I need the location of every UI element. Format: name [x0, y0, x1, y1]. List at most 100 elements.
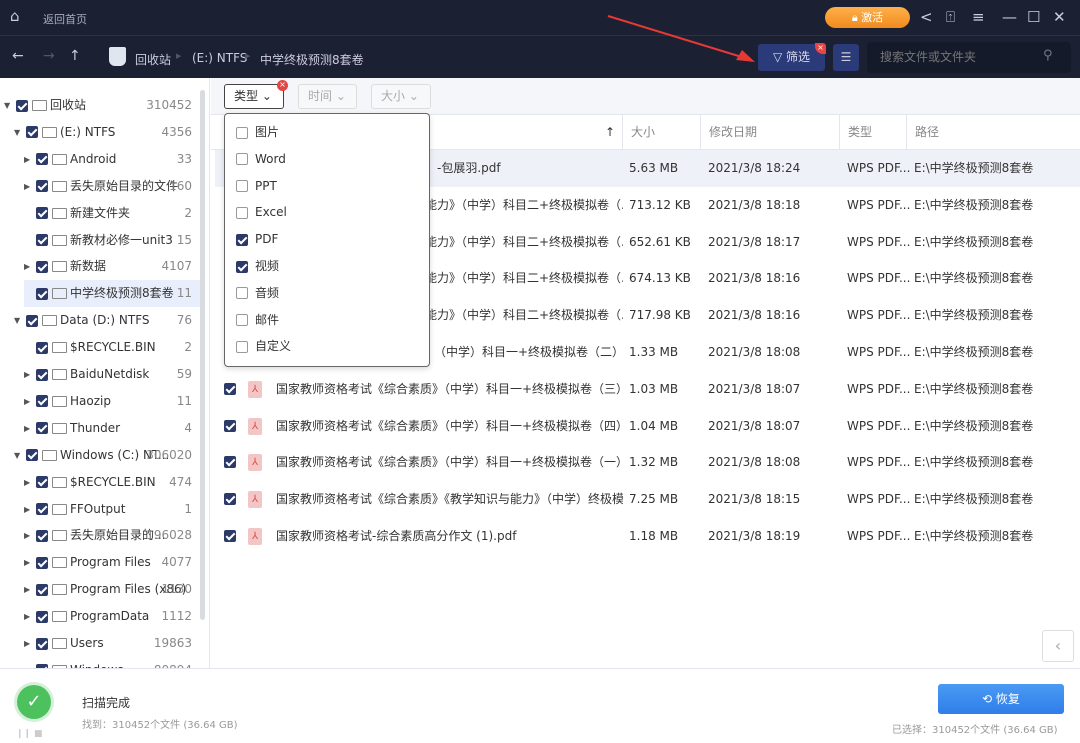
breadcrumb-item[interactable]: 中学终极预测8套卷: [260, 51, 364, 68]
tree-item[interactable]: $RECYCLE.BIN 2: [24, 334, 200, 361]
collapse-panel-button[interactable]: ‹: [1042, 630, 1074, 662]
tree-checkbox[interactable]: [36, 234, 48, 246]
breadcrumb-item[interactable]: (E:) NTFS: [192, 51, 247, 65]
column-path[interactable]: 路径: [906, 115, 939, 150]
tree-checkbox[interactable]: [26, 314, 38, 327]
sort-ascending-icon[interactable]: ↑: [605, 125, 615, 139]
expand-arrow-icon[interactable]: ▼: [4, 92, 16, 119]
tree-checkbox[interactable]: [36, 529, 48, 542]
tree-item[interactable]: ▶ BaiduNetdisk 59: [24, 361, 200, 388]
breadcrumb-item[interactable]: 回收站: [135, 51, 171, 68]
tree-item[interactable]: ▼ (E:) NTFS 4356: [14, 119, 200, 146]
tree-checkbox[interactable]: [36, 556, 48, 569]
type-option[interactable]: 自定义: [236, 336, 291, 356]
tree-item[interactable]: ▶ $RECYCLE.BIN 474: [24, 469, 200, 496]
tree-checkbox[interactable]: [26, 126, 38, 139]
tree-item[interactable]: 新建文件夹 2: [24, 200, 200, 227]
option-checkbox[interactable]: [236, 260, 248, 273]
back-button[interactable]: ←: [12, 48, 24, 64]
table-row[interactable]: ⅄ 国家教师资格考试《综合素质》（中学）科目一+终极模拟卷（一）.pdf 1.32 …: [215, 444, 1080, 481]
option-checkbox[interactable]: [236, 180, 248, 193]
tree-item[interactable]: ▶ FFOutput 1: [24, 496, 200, 523]
tree-checkbox[interactable]: [36, 422, 48, 435]
filter-time[interactable]: 时间 ⌄: [298, 84, 357, 109]
expand-arrow-icon[interactable]: ▶: [24, 522, 36, 549]
expand-arrow-icon[interactable]: ▶: [24, 173, 36, 200]
expand-arrow-icon[interactable]: ▶: [24, 576, 36, 603]
expand-arrow-icon[interactable]: ▶: [24, 253, 36, 280]
menu-icon[interactable]: ≡: [972, 8, 985, 26]
table-row[interactable]: ⅄ 国家教师资格考试-综合素质高分作文 (1).pdf 1.18 MB 2021/3/…: [215, 518, 1080, 555]
table-row[interactable]: ⅄ 国家教师资格考试《综合素质》（中学）科目一+终极模拟卷（四）.pdf 1.04 …: [215, 408, 1080, 445]
tree-item[interactable]: ▶ 丢失原始目录的... 196028: [24, 522, 200, 549]
minimize-button[interactable]: —: [1002, 8, 1017, 26]
tree-checkbox[interactable]: [36, 395, 48, 408]
tree-checkbox[interactable]: [36, 287, 48, 300]
list-view-button[interactable]: ☰: [833, 44, 859, 71]
tree-checkbox[interactable]: [36, 476, 48, 489]
row-checkbox[interactable]: [224, 382, 236, 395]
expand-arrow-icon[interactable]: ▼: [14, 307, 26, 334]
option-checkbox[interactable]: [236, 153, 248, 166]
column-size[interactable]: 大小: [622, 115, 655, 150]
tree-checkbox[interactable]: [36, 583, 48, 596]
activate-button[interactable]: 🔒︎ 激活: [825, 7, 910, 28]
clear-type-filter-icon[interactable]: ×: [277, 80, 288, 91]
tree-checkbox[interactable]: [36, 260, 48, 273]
expand-arrow-icon[interactable]: ▶: [24, 657, 36, 668]
tree-item[interactable]: ▶ Thunder 4: [24, 415, 200, 442]
tree-item[interactable]: ▶Windows80894: [24, 657, 200, 668]
tree-item[interactable]: ▼ 回收站 310452: [4, 92, 200, 119]
search-icon[interactable]: ⚲: [1043, 48, 1053, 63]
row-checkbox[interactable]: [224, 493, 236, 506]
tree-checkbox[interactable]: [36, 637, 48, 650]
tree-item[interactable]: ▼ Data (D:) NTFS 76: [14, 307, 200, 334]
column-type[interactable]: 类型: [839, 115, 872, 150]
row-checkbox[interactable]: [224, 419, 236, 432]
expand-arrow-icon[interactable]: ▶: [24, 415, 36, 442]
table-row[interactable]: ⅄ 国家教师资格考试《综合素质》（中学）科目一+终极模拟卷（三）.pdf 1.03 …: [215, 371, 1080, 408]
tree-item[interactable]: ▶ Android 33: [24, 146, 200, 173]
expand-arrow-icon[interactable]: ▼: [14, 119, 26, 146]
expand-arrow-icon[interactable]: ▼: [14, 442, 26, 469]
option-checkbox[interactable]: [236, 233, 248, 246]
tree-checkbox[interactable]: [36, 341, 48, 354]
option-checkbox[interactable]: [236, 340, 248, 353]
tree-item[interactable]: ▶ ProgramData 1112: [24, 603, 200, 630]
tree-checkbox[interactable]: [26, 449, 38, 462]
tree-checkbox[interactable]: [36, 503, 48, 515]
tree-item[interactable]: ▶ 丢失原始目录的文件 160: [24, 173, 200, 200]
column-date[interactable]: 修改日期: [700, 115, 757, 150]
tree-checkbox[interactable]: [36, 368, 48, 381]
expand-arrow-icon[interactable]: ▶: [24, 496, 36, 523]
type-option[interactable]: 图片: [236, 122, 279, 142]
tree-item[interactable]: 中学终极预测8套卷 11: [24, 280, 200, 308]
pause-icon[interactable]: ❙❙ ■: [16, 729, 42, 739]
export-icon[interactable]: ⍐: [946, 8, 955, 26]
tree-checkbox[interactable]: [36, 180, 48, 193]
type-option[interactable]: Excel: [236, 202, 287, 222]
type-option[interactable]: PDF: [236, 229, 278, 249]
search-input[interactable]: [867, 42, 1071, 73]
tree-item[interactable]: ▶ Haozip 11: [24, 388, 200, 415]
type-option[interactable]: 音频: [236, 283, 279, 303]
filter-size[interactable]: 大小 ⌄: [371, 84, 431, 109]
expand-arrow-icon[interactable]: ▶: [24, 361, 36, 388]
filter-button[interactable]: ▽ 筛选 ×: [758, 43, 826, 71]
expand-arrow-icon[interactable]: ▶: [24, 146, 36, 173]
expand-arrow-icon[interactable]: ▶: [24, 469, 36, 496]
row-checkbox[interactable]: [224, 530, 236, 542]
maximize-button[interactable]: ☐: [1027, 8, 1040, 26]
type-option[interactable]: 邮件: [236, 310, 279, 330]
row-checkbox[interactable]: [224, 456, 236, 469]
tree-scrollbar[interactable]: [200, 90, 205, 620]
filter-type[interactable]: 类型 ⌄ ×: [224, 80, 288, 109]
forward-button[interactable]: →: [43, 48, 55, 64]
expand-arrow-icon[interactable]: ▶: [24, 630, 36, 657]
tree-checkbox[interactable]: [36, 610, 48, 623]
tree-item[interactable]: 新教材必修一unit3 15: [24, 227, 200, 254]
type-option[interactable]: PPT: [236, 176, 277, 196]
option-checkbox[interactable]: [236, 126, 248, 139]
tree-checkbox[interactable]: [16, 99, 28, 112]
tree-item[interactable]: ▶ Program Files (x86) 1130: [24, 576, 200, 603]
